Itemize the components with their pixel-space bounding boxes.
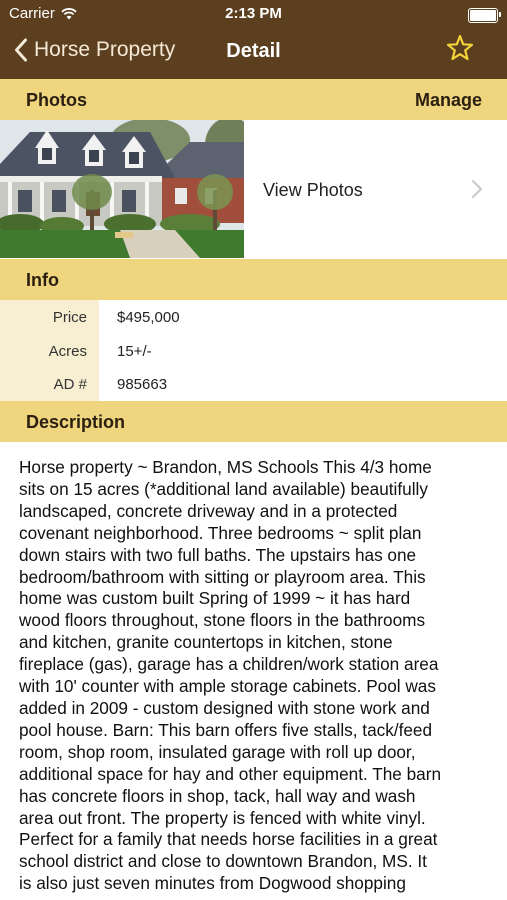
info-table: Price $495,000 Acres 15+/- AD # 985663 [0, 300, 507, 401]
info-row-acres: Acres 15+/- [0, 333, 507, 367]
info-value: $495,000 [117, 309, 180, 326]
star-outline-icon[interactable] [445, 33, 475, 63]
info-value: 15+/- [117, 342, 152, 360]
info-row-ad-number: AD # 985663 [0, 367, 507, 401]
photos-section-header: Photos Manage [0, 79, 507, 120]
battery-fill [470, 10, 496, 21]
info-key: Acres [0, 333, 99, 367]
view-photos-label: View Photos [263, 180, 363, 200]
info-key: AD # [0, 367, 99, 401]
view-photos-row[interactable]: View Photos [0, 120, 507, 258]
description-section-header: Description [0, 401, 507, 442]
house-photo-illustration [0, 120, 244, 258]
page-title: Detail [226, 40, 281, 62]
property-photo-thumbnail [0, 120, 244, 258]
detail-screen: Carrier 2:13 PM Horse Property Detail Ph… [0, 0, 507, 900]
description-header-label: Description [26, 412, 126, 432]
info-value: 985663 [117, 376, 168, 393]
photos-header-label: Photos [26, 90, 87, 110]
description-text: Horse property ~ Brandon, MS Schools Thi… [19, 457, 442, 894]
status-bar: Carrier 2:13 PM [0, 0, 507, 28]
chevron-right-icon [472, 180, 482, 198]
manage-button[interactable]: Manage [415, 90, 482, 111]
nav-row: Horse Property Detail [0, 28, 507, 79]
info-row-price: Price $495,000 [0, 300, 507, 334]
battery-nub [499, 12, 501, 17]
info-header-label: Info [26, 270, 59, 290]
navigation-bar: Carrier 2:13 PM Horse Property Detail [0, 0, 507, 79]
battery-icon [468, 8, 501, 23]
info-key: Price [0, 300, 99, 334]
info-section-header: Info [0, 259, 507, 300]
status-time: 2:13 PM [225, 5, 282, 22]
